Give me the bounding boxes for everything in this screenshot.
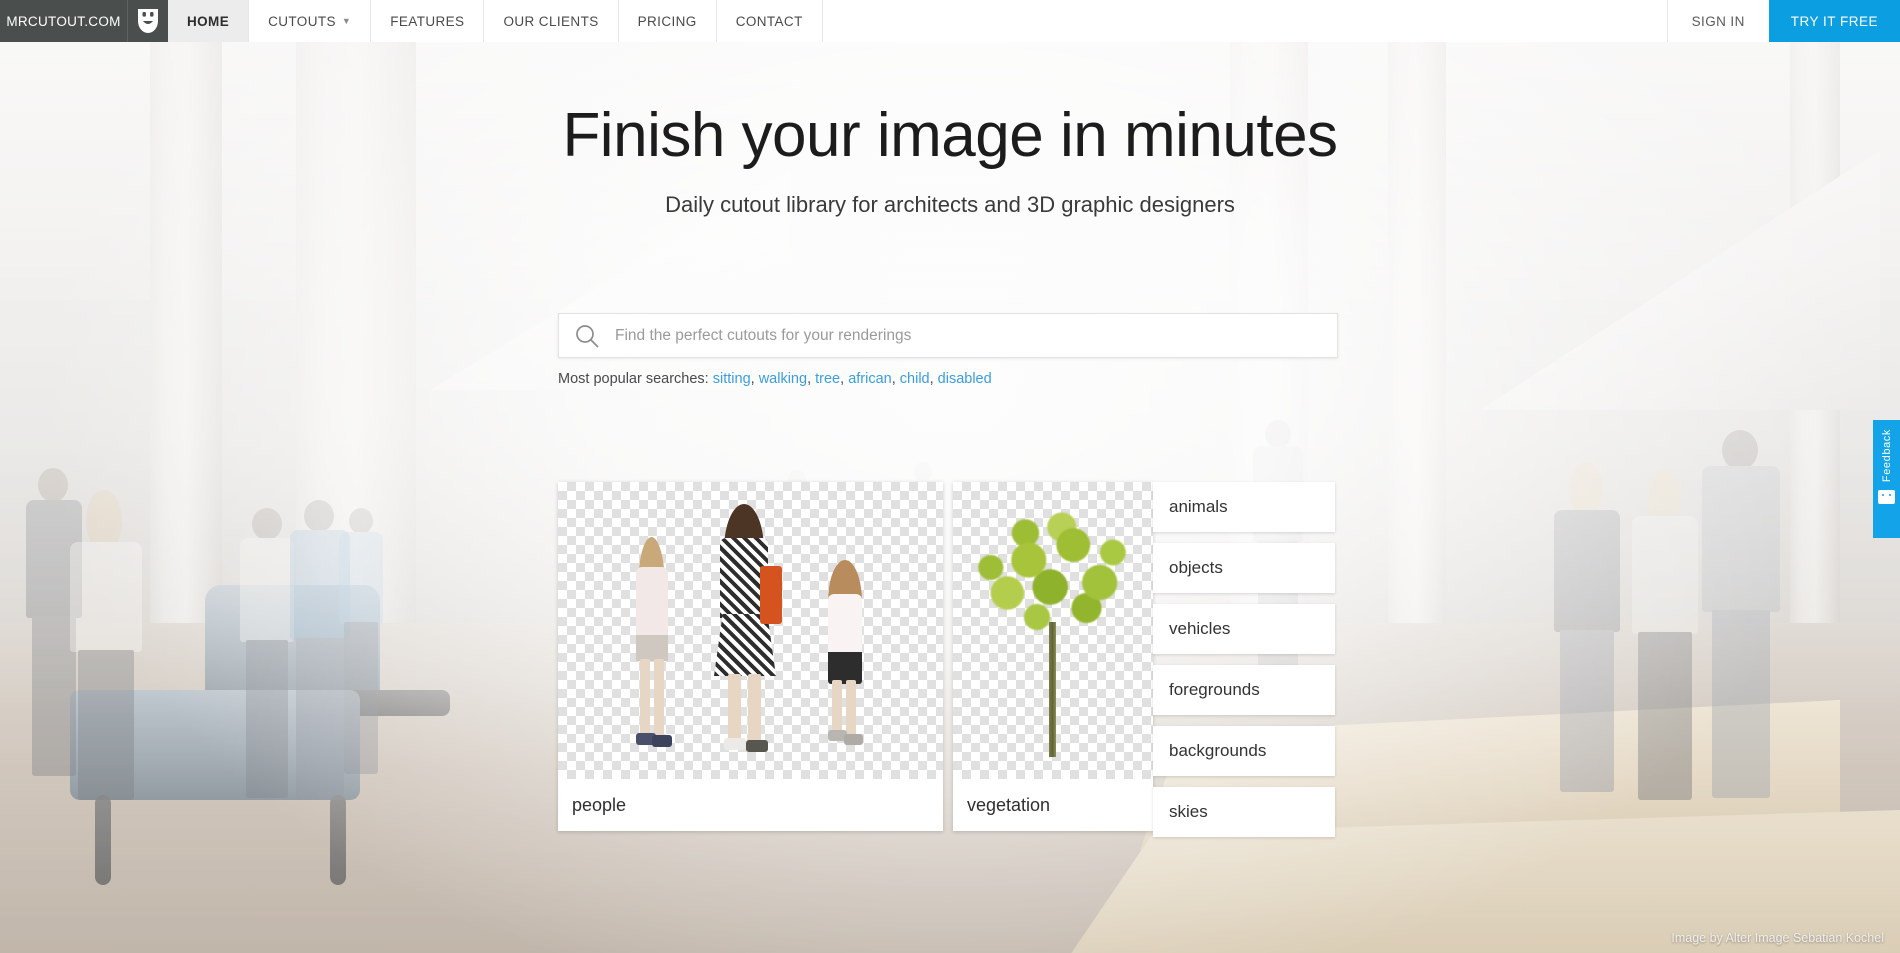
- main-nav: HOME CUTOUTS ▼ FEATURES OUR CLIENTS PRIC…: [168, 0, 823, 42]
- category-card-people[interactable]: people: [558, 482, 943, 831]
- nav-item-cutouts[interactable]: CUTOUTS ▼: [249, 0, 372, 42]
- category-card-label: vegetation: [953, 779, 1153, 831]
- category-thumbnail-vegetation: [953, 482, 1153, 779]
- cutout-person: [816, 560, 882, 750]
- category-button-objects[interactable]: objects: [1153, 543, 1335, 593]
- popular-search-link[interactable]: disabled: [938, 371, 992, 387]
- page-title: Finish your image in minutes: [562, 101, 1338, 170]
- hero-section: Finish your image in minutes Daily cutou…: [0, 42, 1900, 218]
- nav-label: CONTACT: [735, 13, 803, 29]
- category-button-backgrounds[interactable]: backgrounds: [1153, 726, 1335, 776]
- nav-label: OUR CLIENTS: [503, 13, 599, 29]
- feedback-label: Feedback: [1880, 429, 1893, 483]
- category-button-foregrounds[interactable]: foregrounds: [1153, 665, 1335, 715]
- tree-trunk: [1049, 622, 1056, 757]
- image-credit: Image by Alter Image Sebatian Kochel: [1671, 931, 1884, 945]
- popular-searches: Most popular searches: sitting, walking,…: [558, 371, 992, 387]
- category-cards: people vegetation: [558, 482, 1153, 831]
- popular-search-link[interactable]: walking: [759, 371, 807, 387]
- cutout-person: [620, 537, 682, 752]
- popular-search-link[interactable]: sitting: [713, 371, 751, 387]
- nav-item-features[interactable]: FEATURES: [371, 0, 485, 42]
- nav-label: CUTOUTS: [268, 13, 336, 29]
- nav-item-home[interactable]: HOME: [168, 0, 250, 42]
- theatre-mask-icon: [135, 8, 161, 34]
- nav-label: PRICING: [637, 13, 697, 29]
- category-button-list: animals objects vehicles foregrounds bac…: [1153, 482, 1335, 837]
- search-section: Most popular searches: sitting, walking,…: [558, 313, 1338, 387]
- brand-name[interactable]: MRCUTOUT.COM: [0, 0, 128, 42]
- nav-label: HOME: [187, 13, 230, 29]
- cutout-person: [706, 504, 784, 756]
- smiley-face-icon: [1878, 490, 1895, 505]
- feedback-tab[interactable]: Feedback: [1873, 420, 1900, 538]
- category-card-vegetation[interactable]: vegetation: [953, 482, 1153, 831]
- nav-item-pricing[interactable]: PRICING: [618, 0, 717, 42]
- category-button-skies[interactable]: skies: [1153, 787, 1335, 837]
- category-card-label: people: [558, 779, 943, 831]
- page-subtitle: Daily cutout library for architects and …: [665, 192, 1235, 218]
- popular-search-link[interactable]: child: [900, 371, 930, 387]
- nav-label: FEATURES: [390, 13, 465, 29]
- top-navigation-bar: MRCUTOUT.COM HOME CUTOUTS ▼ FEATURES OUR…: [0, 0, 1900, 42]
- nav-spacer: [822, 0, 1667, 42]
- category-button-vehicles[interactable]: vehicles: [1153, 604, 1335, 654]
- chevron-down-icon: ▼: [341, 15, 352, 26]
- search-box[interactable]: [558, 313, 1338, 358]
- nav-item-contact[interactable]: CONTACT: [716, 0, 823, 42]
- search-input[interactable]: [615, 314, 1337, 357]
- popular-search-link[interactable]: african: [848, 371, 892, 387]
- category-button-animals[interactable]: animals: [1153, 482, 1335, 532]
- popular-search-link[interactable]: tree: [815, 371, 840, 387]
- category-thumbnail-people: [558, 482, 943, 779]
- try-it-free-button[interactable]: TRY IT FREE: [1768, 0, 1900, 42]
- search-icon: [559, 323, 615, 349]
- sign-in-button[interactable]: SIGN IN: [1666, 0, 1769, 42]
- popular-searches-label: Most popular searches:: [558, 371, 709, 387]
- logo[interactable]: [128, 0, 168, 42]
- nav-item-our-clients[interactable]: OUR CLIENTS: [484, 0, 619, 42]
